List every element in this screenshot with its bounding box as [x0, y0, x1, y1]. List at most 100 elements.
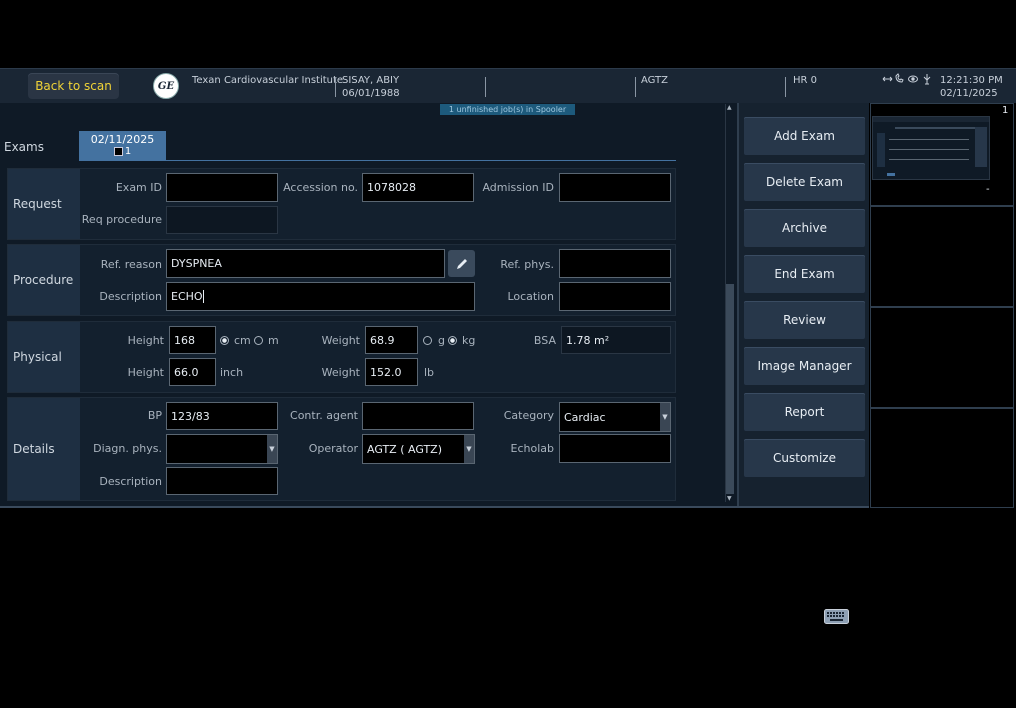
weight-label: Weight — [321, 366, 360, 379]
unit-g-label: g — [438, 334, 445, 347]
spooler-status[interactable]: 1 unfinished job(s) in Spooler — [440, 104, 575, 115]
unit-lb-label: lb — [424, 366, 435, 379]
description-label: Description — [99, 290, 162, 303]
exam-tab-count-row: 1 — [79, 146, 166, 157]
category-select[interactable]: Cardiac ▼ — [559, 402, 671, 432]
clock-date: 02/11/2025 — [940, 88, 998, 99]
review-button[interactable]: Review — [744, 301, 865, 339]
ref-reason-field[interactable]: DYSPNEA — [166, 249, 445, 278]
ref-reason-label: Ref. reason — [100, 258, 162, 271]
req-procedure-field — [166, 206, 278, 234]
exam-tab-date: 02/11/2025 — [90, 133, 155, 146]
diagn-phys-label: Diagn. phys. — [93, 442, 162, 455]
height-label: Height — [127, 366, 164, 379]
category-value: Cardiac — [564, 410, 606, 424]
top-bar: Back to scan GE Texan Cardiovascular Ins… — [0, 68, 1016, 103]
description-label: Description — [99, 475, 162, 488]
exam-id-field[interactable] — [166, 173, 278, 202]
patient-name: SISAY, ABIY — [342, 75, 400, 86]
clock-time: 12:21:30 PM — [940, 75, 1003, 86]
accession-field[interactable]: 1078028 — [362, 173, 474, 202]
height-label: Height — [127, 334, 164, 347]
category-label: Category — [503, 409, 554, 422]
report-button[interactable]: Report — [744, 393, 865, 431]
exam-id-label: Exam ID — [115, 181, 162, 194]
description-value: ECHO — [171, 290, 203, 303]
separator — [485, 77, 486, 97]
edit-pencil-button[interactable] — [448, 250, 475, 277]
height-in-field[interactable]: 66.0 — [169, 358, 216, 386]
image-manager-button[interactable]: Image Manager — [744, 347, 865, 385]
chevron-down-icon: ▼ — [660, 403, 670, 431]
thumbnail-marker: - — [986, 184, 990, 195]
unit-g-radio[interactable] — [423, 336, 432, 345]
ge-logo: GE — [153, 73, 179, 99]
thumbnail-slot-empty[interactable] — [870, 307, 1014, 408]
status-icons — [882, 73, 934, 85]
procedure-section: Procedure Ref. reason DYSPNEA Ref. phys.… — [7, 244, 676, 316]
add-exam-button[interactable]: Add Exam — [744, 117, 865, 155]
exam-icon — [113, 146, 123, 156]
section-label: Physical — [8, 322, 80, 392]
operator-id: AGTZ — [641, 75, 669, 86]
physical-section: Physical Height 168 cm m Weight 68.9 g k… — [7, 321, 676, 393]
details-description-field[interactable] — [166, 467, 278, 495]
institute-name: Texan Cardiovascular Institute — [192, 75, 344, 86]
thumbnail-slot-empty[interactable] — [870, 408, 1014, 508]
request-section: Request Exam ID Accession no. 1078028 Ad… — [7, 168, 676, 240]
operator-value: AGTZ ( AGTZ) — [367, 442, 443, 456]
pencil-icon — [456, 258, 467, 269]
unit-cm-radio[interactable] — [220, 336, 229, 345]
echolab-field[interactable] — [559, 434, 671, 463]
thumbnail-image[interactable] — [872, 116, 990, 180]
operator-select[interactable]: AGTZ ( AGTZ) ▼ — [362, 434, 475, 464]
patient-dob: 06/01/1988 — [342, 88, 400, 99]
echolab-label: Echolab — [510, 442, 554, 455]
scroll-up-arrow-icon[interactable]: ▲ — [727, 104, 732, 111]
exam-tab[interactable]: 02/11/2025 1 — [79, 131, 166, 161]
height-cm-field[interactable]: 168 — [169, 326, 216, 354]
accession-label: Accession no. — [283, 181, 358, 194]
bp-field[interactable]: 123/83 — [166, 402, 278, 430]
separator — [335, 77, 336, 97]
weight-label: Weight — [321, 334, 360, 347]
diagn-phys-select[interactable]: ▼ — [166, 434, 278, 464]
unit-m-radio[interactable] — [254, 336, 263, 345]
unit-kg-radio[interactable] — [448, 336, 457, 345]
unit-m-label: m — [268, 334, 279, 347]
contr-agent-label: Contr. agent — [290, 409, 358, 422]
ref-phys-label: Ref. phys. — [500, 258, 554, 271]
thumbnail-slot[interactable]: 1 - — [870, 103, 1014, 206]
back-to-scan-button[interactable]: Back to scan — [28, 73, 119, 99]
chevron-down-icon: ▼ — [464, 435, 474, 463]
bsa-label: BSA — [533, 334, 556, 347]
chevron-down-icon: ▼ — [267, 435, 277, 463]
tab-underline — [79, 160, 676, 161]
admission-id-field[interactable] — [559, 173, 671, 202]
operator-label: Operator — [308, 442, 358, 455]
delete-exam-button[interactable]: Delete Exam — [744, 163, 865, 201]
heart-rate: HR 0 — [793, 75, 818, 86]
location-field[interactable] — [559, 282, 671, 311]
panel-bottom-border — [0, 506, 869, 508]
scrollbar-thumb[interactable] — [726, 284, 734, 494]
contr-agent-field[interactable] — [362, 402, 474, 430]
weight-lb-field[interactable]: 152.0 — [365, 358, 418, 386]
keyboard-icon[interactable] — [824, 609, 849, 624]
thumbnail-slot-empty[interactable] — [870, 206, 1014, 307]
separator — [635, 77, 636, 97]
archive-button[interactable]: Archive — [744, 209, 865, 247]
section-label: Procedure — [8, 245, 80, 315]
separator — [785, 77, 786, 97]
description-field[interactable]: ECHO — [166, 282, 475, 311]
details-section: Details BP 123/83 Contr. agent Category … — [7, 397, 676, 501]
ref-phys-field[interactable] — [559, 249, 671, 278]
scroll-down-arrow-icon[interactable]: ▼ — [727, 495, 732, 502]
end-exam-button[interactable]: End Exam — [744, 255, 865, 293]
location-label: Location — [507, 290, 554, 303]
admission-id-label: Admission ID — [482, 181, 554, 194]
customize-button[interactable]: Customize — [744, 439, 865, 477]
bp-label: BP — [147, 409, 162, 422]
section-label: Details — [8, 398, 80, 500]
weight-kg-field[interactable]: 68.9 — [365, 326, 418, 354]
